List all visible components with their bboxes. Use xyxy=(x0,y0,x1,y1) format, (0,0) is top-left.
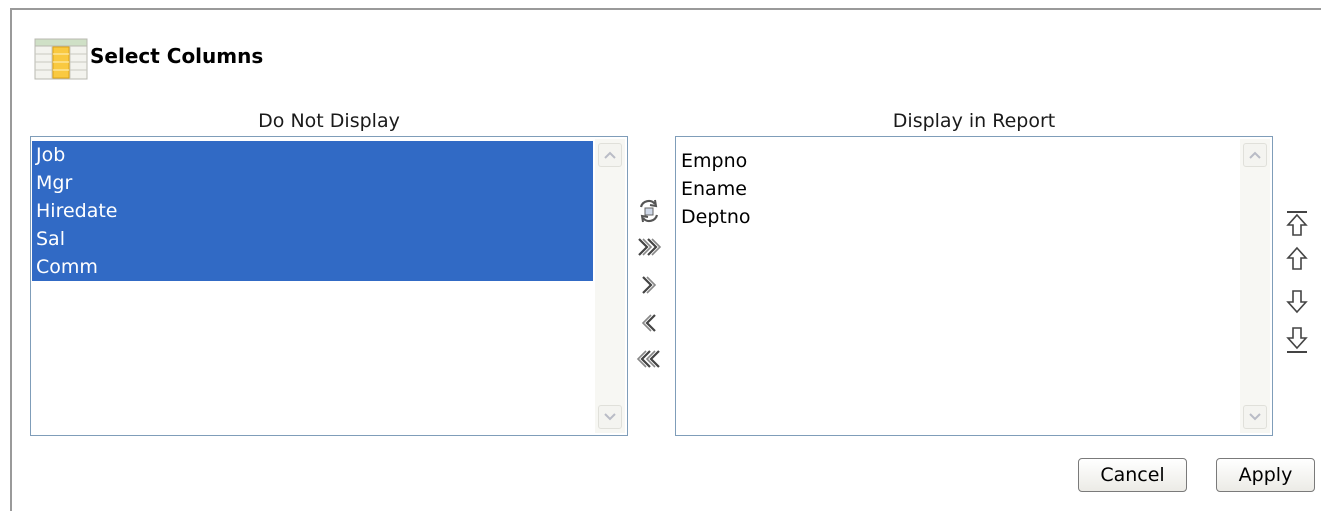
reset-icon xyxy=(639,199,659,223)
scroll-up-button[interactable] xyxy=(1243,143,1267,167)
list-item[interactable]: Empno xyxy=(677,147,1238,175)
move-up-icon xyxy=(1286,246,1308,270)
do-not-display-label: Do Not Display xyxy=(258,110,400,132)
do-not-display-items: Job Mgr Hiredate Sal Comm xyxy=(32,141,593,281)
move-right-button[interactable] xyxy=(636,272,662,298)
scroll-down-button[interactable] xyxy=(1243,405,1267,429)
list-item[interactable]: Comm xyxy=(32,253,593,281)
move-bottom-icon xyxy=(1286,327,1308,353)
move-left-icon xyxy=(641,314,656,332)
move-bottom-button[interactable] xyxy=(1284,326,1310,353)
list-item[interactable]: Deptno xyxy=(677,203,1238,231)
chevron-down-icon xyxy=(604,413,616,421)
chevron-up-icon xyxy=(1249,151,1261,159)
list-item[interactable]: Mgr xyxy=(32,169,593,197)
display-in-report-label: Display in Report xyxy=(892,110,1056,132)
move-all-left-button[interactable] xyxy=(636,346,662,372)
scroll-down-button[interactable] xyxy=(598,405,622,429)
move-right-icon xyxy=(642,276,657,294)
do-not-display-listbox[interactable]: Job Mgr Hiredate Sal Comm xyxy=(30,136,628,436)
move-left-button[interactable] xyxy=(636,310,662,336)
list-item[interactable]: Job xyxy=(32,141,593,169)
move-all-right-button[interactable] xyxy=(636,234,662,260)
dialog-title: Select Columns xyxy=(90,44,264,68)
cancel-button[interactable]: Cancel xyxy=(1078,458,1187,492)
move-top-button[interactable] xyxy=(1284,210,1310,236)
chevron-up-icon xyxy=(604,151,616,159)
vertical-scrollbar[interactable] xyxy=(1240,139,1270,433)
list-item[interactable]: Ename xyxy=(677,175,1238,203)
scroll-up-button[interactable] xyxy=(598,143,622,167)
table-columns-icon xyxy=(34,38,88,80)
list-item[interactable]: Sal xyxy=(32,225,593,253)
dialog-header: Select Columns xyxy=(34,38,263,80)
move-down-icon xyxy=(1286,290,1308,314)
vertical-scrollbar[interactable] xyxy=(595,139,625,433)
list-item[interactable]: Hiredate xyxy=(32,197,593,225)
display-in-report-listbox[interactable]: Empno Ename Deptno xyxy=(675,136,1273,436)
move-top-icon xyxy=(1286,211,1308,236)
chevron-down-icon xyxy=(1249,413,1261,421)
apply-button[interactable]: Apply xyxy=(1216,458,1315,492)
reset-button[interactable] xyxy=(636,198,662,224)
move-down-button[interactable] xyxy=(1284,288,1310,314)
display-in-report-items: Empno Ename Deptno xyxy=(677,147,1238,231)
move-all-right-icon xyxy=(638,238,662,256)
move-up-button[interactable] xyxy=(1284,246,1310,272)
move-all-left-icon xyxy=(636,350,660,368)
